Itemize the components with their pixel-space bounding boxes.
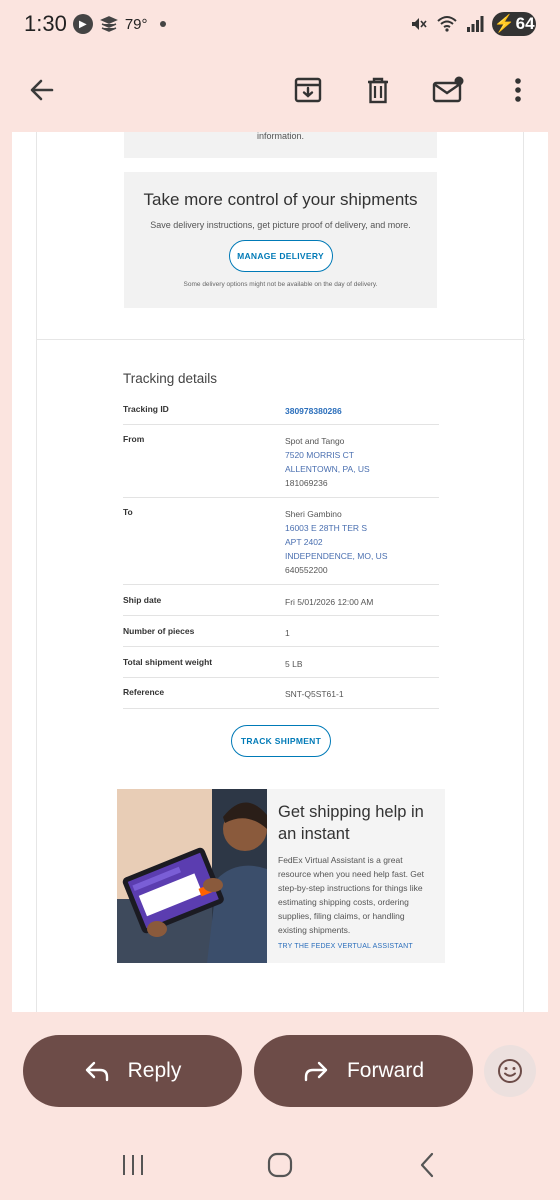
table-row: Tracking ID 380978380286 xyxy=(123,394,439,425)
home-button[interactable] xyxy=(260,1145,300,1185)
from-address-link[interactable]: 7520 MORRIS CT xyxy=(285,448,439,462)
status-time: 1:30 xyxy=(24,11,67,36)
to-phone: 640552200 xyxy=(285,565,328,575)
table-row: To Sheri Gambino 16003 E 28TH TER S APT … xyxy=(123,498,439,585)
archive-icon xyxy=(294,77,322,103)
promo-subtitle: Save delivery instructions, get picture … xyxy=(150,220,411,230)
section-divider xyxy=(37,339,525,340)
pieces-value: 1 xyxy=(285,628,290,638)
previous-section-text: information. xyxy=(256,132,305,141)
forward-icon xyxy=(304,1061,328,1082)
pieces-label: Number of pieces xyxy=(123,626,195,636)
signal-icon xyxy=(466,15,484,33)
table-row: Total shipment weight 5 LB xyxy=(123,647,439,678)
battery-indicator: ⚡ 64 xyxy=(492,12,536,36)
youtube-notification-icon: ▶ xyxy=(72,14,93,34)
home-icon xyxy=(267,1152,293,1178)
reply-icon xyxy=(85,1061,108,1082)
more-notifications-dot xyxy=(159,21,166,27)
system-back-button[interactable] xyxy=(407,1145,447,1185)
ship-date-value: Fri 5/01/2026 12:00 AM xyxy=(285,597,374,607)
system-nav-bar xyxy=(0,1130,560,1200)
tracking-title: Tracking details xyxy=(123,371,218,386)
from-city-link[interactable]: ALLENTOWN, PA, US xyxy=(285,462,439,476)
to-city-link[interactable]: INDEPENDENCE, MO, US xyxy=(285,549,439,563)
to-address-link[interactable]: 16003 E 28TH TER S xyxy=(285,521,439,535)
weather-temperature: 79° xyxy=(124,15,148,33)
tracking-id-label: Tracking ID xyxy=(123,404,169,414)
back-button[interactable] xyxy=(24,72,60,108)
promo-title: Take more control of your shipments xyxy=(143,190,418,209)
tablet-user-photo xyxy=(117,789,267,963)
app-bar xyxy=(0,48,560,132)
weight-label: Total shipment weight xyxy=(123,657,213,667)
reply-button[interactable]: Reply xyxy=(23,1035,242,1107)
status-bar: 1:30 ▶ 79° ⚡ 64 xyxy=(0,0,560,48)
promo-box: Take more control of your shipments Save… xyxy=(124,172,437,308)
table-row: From Spot and Tango 7520 MORRIS CT ALLEN… xyxy=(123,425,439,498)
charging-icon: ⚡ xyxy=(493,14,515,33)
email-inner: information. Take more control of your s… xyxy=(36,132,525,1012)
more-vert-icon xyxy=(515,78,521,102)
from-name: Spot and Tango xyxy=(285,436,345,446)
table-row: Ship date Fri 5/01/2026 12:00 AM xyxy=(123,585,439,616)
previous-section-box: information. xyxy=(124,132,437,158)
more-options-button[interactable] xyxy=(500,72,536,108)
ship-date-label: Ship date xyxy=(123,595,162,605)
battery-level: 64 xyxy=(515,14,535,33)
wifi-icon xyxy=(436,14,458,34)
table-row: Reference SNT-Q5ST61-1 xyxy=(123,678,439,709)
forward-label: Forward xyxy=(346,1059,425,1082)
tracking-id-link[interactable]: 380978380286 xyxy=(285,406,342,416)
recent-apps-button[interactable] xyxy=(113,1145,153,1185)
help-title: Get shipping help in an instant xyxy=(278,803,424,843)
email-body[interactable]: information. Take more control of your s… xyxy=(12,132,548,1012)
chevron-left-icon xyxy=(420,1152,433,1178)
promo-note: Some delivery options might not be avail… xyxy=(183,281,378,288)
manage-delivery-button[interactable]: MANAGE DELIVERY xyxy=(228,240,333,272)
emoji-reaction-button[interactable] xyxy=(484,1045,536,1097)
stack-notification-icon xyxy=(99,14,119,34)
track-shipment-button[interactable]: TRACK SHIPMENT xyxy=(231,725,331,757)
to-label: To xyxy=(123,507,133,517)
reply-label: Reply xyxy=(127,1059,182,1082)
mail-unread-icon xyxy=(432,76,464,103)
tracking-table: Tracking ID 380978380286 From Spot and T… xyxy=(123,394,439,709)
forward-button[interactable]: Forward xyxy=(254,1035,473,1107)
arrow-left-icon xyxy=(30,79,54,101)
mark-unread-button[interactable] xyxy=(430,72,466,108)
weight-value: 5 LB xyxy=(285,659,303,669)
recent-apps-icon xyxy=(123,1155,144,1175)
trash-icon xyxy=(368,77,388,104)
virtual-assistant-link[interactable]: TRY THE FEDEX VERTUAL ASSISTANT xyxy=(278,943,435,950)
from-label: From xyxy=(123,434,145,444)
delete-button[interactable] xyxy=(360,72,396,108)
from-phone: 181069236 xyxy=(285,478,328,488)
to-name: Sheri Gambino xyxy=(285,509,342,519)
help-body: FedEx Virtual Assistant is a great resou… xyxy=(278,855,425,935)
reference-value: SNT-Q5ST61-1 xyxy=(285,689,344,699)
table-row: Number of pieces 1 xyxy=(123,616,439,647)
reference-label: Reference xyxy=(123,687,165,697)
to-address2-link[interactable]: APT 2402 xyxy=(285,535,439,549)
emoji-icon xyxy=(498,1059,522,1083)
help-card: Get shipping help in an instant FedEx Vi… xyxy=(117,789,445,963)
archive-button[interactable] xyxy=(290,72,326,108)
mute-icon xyxy=(408,14,428,34)
